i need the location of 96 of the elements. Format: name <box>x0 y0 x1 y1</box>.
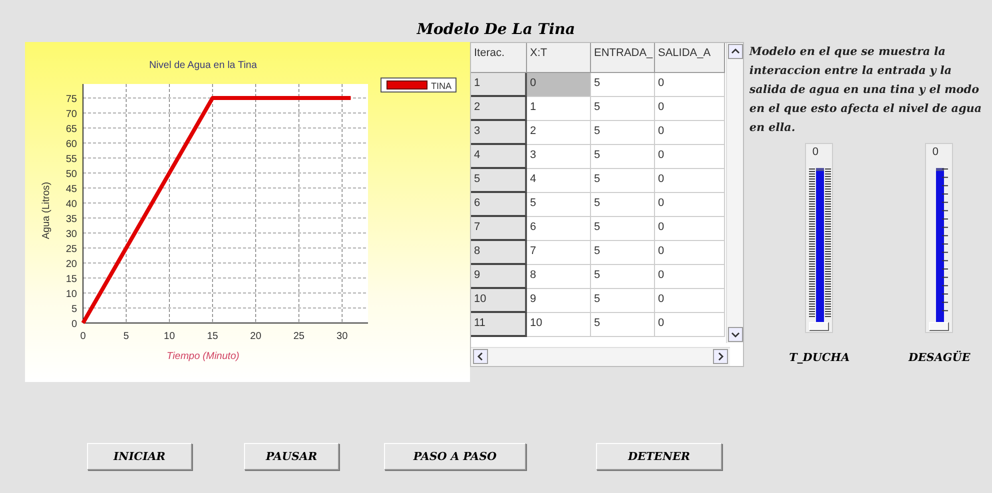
row-header[interactable]: 11 <box>471 313 527 337</box>
table-cell[interactable]: 4 <box>527 169 591 193</box>
slider-label: T_DUCHA <box>789 351 850 364</box>
table-cell[interactable]: 0 <box>655 241 725 265</box>
table-cell[interactable]: 0 <box>655 265 725 289</box>
table-cell[interactable]: 0 <box>655 313 725 337</box>
table-cell[interactable]: 5 <box>591 97 655 121</box>
vertical-slider[interactable]: 0 <box>805 143 834 333</box>
table-cell[interactable]: 3 <box>527 145 591 169</box>
slider-value: 0 <box>932 146 938 158</box>
table-cell[interactable]: 0 <box>655 169 725 193</box>
window-title: Modelo De La Tina <box>416 19 576 40</box>
row-header[interactable]: 2 <box>471 97 527 121</box>
row-header[interactable]: 4 <box>471 145 527 169</box>
table-cell[interactable]: 5 <box>591 241 655 265</box>
slider-label: DESAGÜE <box>908 351 970 364</box>
row-header[interactable]: 10 <box>471 289 527 313</box>
table-cell[interactable]: 5 <box>591 265 655 289</box>
description-text: Modelo en el que se muestra la interaccion entre la entrada y la salida de agua en una tina y el modo en el que esto afecta el nivel de agua en ella. <box>749 43 983 136</box>
x-tick-label: 15 <box>206 331 218 342</box>
table-cell[interactable]: 5 <box>591 145 655 169</box>
table-cell[interactable]: 10 <box>527 313 591 337</box>
y-tick-label: 45 <box>66 184 77 195</box>
row-header[interactable]: 6 <box>471 193 527 217</box>
y-tick-label: 55 <box>66 154 77 165</box>
table-cell[interactable]: 5 <box>591 193 655 217</box>
table-cell[interactable]: 5 <box>591 313 655 337</box>
table-cell[interactable]: 0 <box>655 217 725 241</box>
y-tick-label: 35 <box>66 214 77 225</box>
row-header[interactable]: 8 <box>471 241 527 265</box>
vertical-scrollbar[interactable] <box>726 43 744 343</box>
y-tick-label: 60 <box>66 139 77 150</box>
row-header[interactable]: 9 <box>471 265 527 289</box>
table-cell[interactable]: 0 <box>655 73 725 97</box>
action-button[interactable]: INICIAR <box>87 443 192 470</box>
x-tick-label: 10 <box>164 331 175 342</box>
row-header[interactable]: 3 <box>471 121 527 145</box>
y-tick-label: 25 <box>66 244 77 255</box>
y-axis-label: Agua (Litros) <box>41 182 52 240</box>
table-cell[interactable]: 0 <box>527 73 591 97</box>
scroll-right-icon[interactable] <box>713 349 728 364</box>
legend: TINA <box>380 78 456 92</box>
scroll-up-icon[interactable] <box>728 44 744 59</box>
column-header[interactable]: ENTRADA_ <box>591 43 655 73</box>
table-cell[interactable]: 9 <box>527 289 591 313</box>
vertical-slider[interactable]: 0 <box>925 143 954 333</box>
table-cell[interactable]: 0 <box>655 145 725 169</box>
slider-value: 0 <box>812 146 818 158</box>
action-button[interactable]: PAUSAR <box>244 443 339 470</box>
x-tick-label: 25 <box>293 331 304 342</box>
table-cell[interactable]: 5 <box>591 217 655 241</box>
slider-thumb[interactable] <box>809 322 830 331</box>
table-cell[interactable]: 5 <box>591 73 655 97</box>
legend-label: TINA <box>431 81 452 91</box>
table-cell[interactable]: 8 <box>527 265 591 289</box>
table-cell[interactable]: 5 <box>591 289 655 313</box>
y-tick-label: 65 <box>66 124 77 135</box>
table-cell[interactable]: 2 <box>527 121 591 145</box>
y-tick-label: 75 <box>66 94 77 105</box>
table-cell[interactable]: 1 <box>527 97 591 121</box>
row-header[interactable]: 5 <box>471 169 527 193</box>
y-tick-label: 0 <box>71 319 77 330</box>
table-cell[interactable]: 5 <box>527 193 591 217</box>
scroll-down-icon[interactable] <box>728 327 744 342</box>
chart-title: Nivel de Agua en la Tina <box>149 60 257 71</box>
action-button[interactable]: DETENER <box>596 443 722 470</box>
table-cell[interactable]: 6 <box>527 217 591 241</box>
slider-thumb[interactable] <box>929 322 950 331</box>
row-header[interactable]: 1 <box>471 73 527 97</box>
action-button[interactable]: PASO A PASO <box>384 443 526 470</box>
column-header[interactable]: Iterac. <box>471 43 527 73</box>
y-tick-label: 70 <box>66 109 77 120</box>
row-header[interactable]: 7 <box>471 217 527 241</box>
table-cell[interactable]: 7 <box>527 241 591 265</box>
y-tick-label: 15 <box>66 274 77 285</box>
x-tick-label: 30 <box>336 331 348 342</box>
horizontal-scrollbar[interactable] <box>471 347 730 366</box>
x-tick-label: 0 <box>80 331 86 342</box>
x-tick-label: 5 <box>123 331 129 342</box>
table-cell[interactable]: 0 <box>655 121 725 145</box>
y-tick-label: 10 <box>66 289 77 300</box>
y-tick-label: 30 <box>66 229 77 240</box>
table-cell[interactable]: 0 <box>655 289 725 313</box>
y-tick-label: 40 <box>66 199 77 210</box>
scroll-left-icon[interactable] <box>473 349 488 364</box>
x-axis-label: Tiempo (Minuto) <box>166 351 240 362</box>
table-cell[interactable]: 5 <box>591 121 655 145</box>
y-tick-label: 20 <box>66 259 77 270</box>
y-tick-label: 50 <box>66 169 77 180</box>
column-header[interactable]: X:T <box>527 43 591 73</box>
x-tick-label: 20 <box>250 331 262 342</box>
y-tick-label: 5 <box>71 304 77 315</box>
table-cell[interactable]: 0 <box>655 193 725 217</box>
column-header[interactable]: SALIDA_A <box>655 43 725 73</box>
table-cell[interactable]: 0 <box>655 97 725 121</box>
table-cell[interactable]: 5 <box>591 169 655 193</box>
